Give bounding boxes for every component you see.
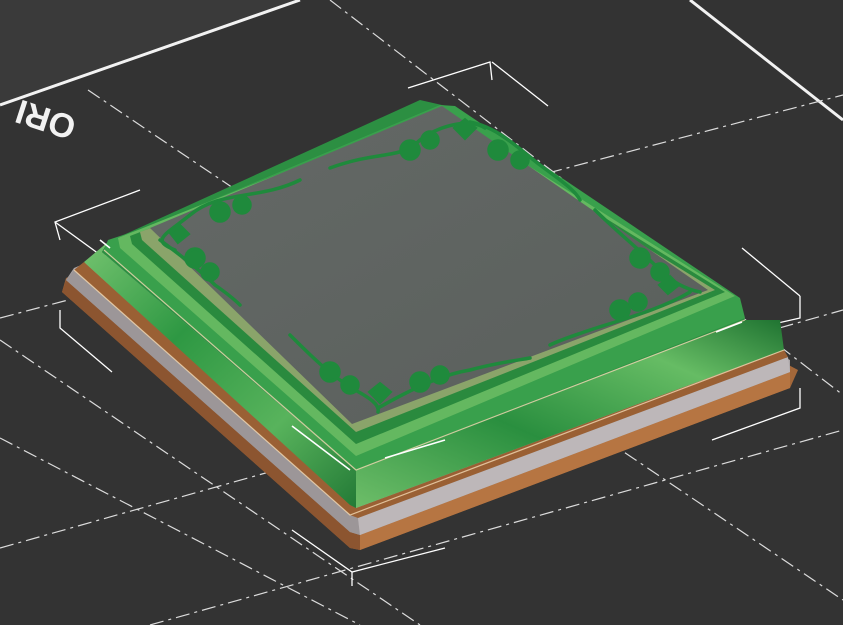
3d-viewport[interactable]: ORI: [0, 0, 843, 625]
3d-scene[interactable]: ORI: [0, 0, 843, 625]
